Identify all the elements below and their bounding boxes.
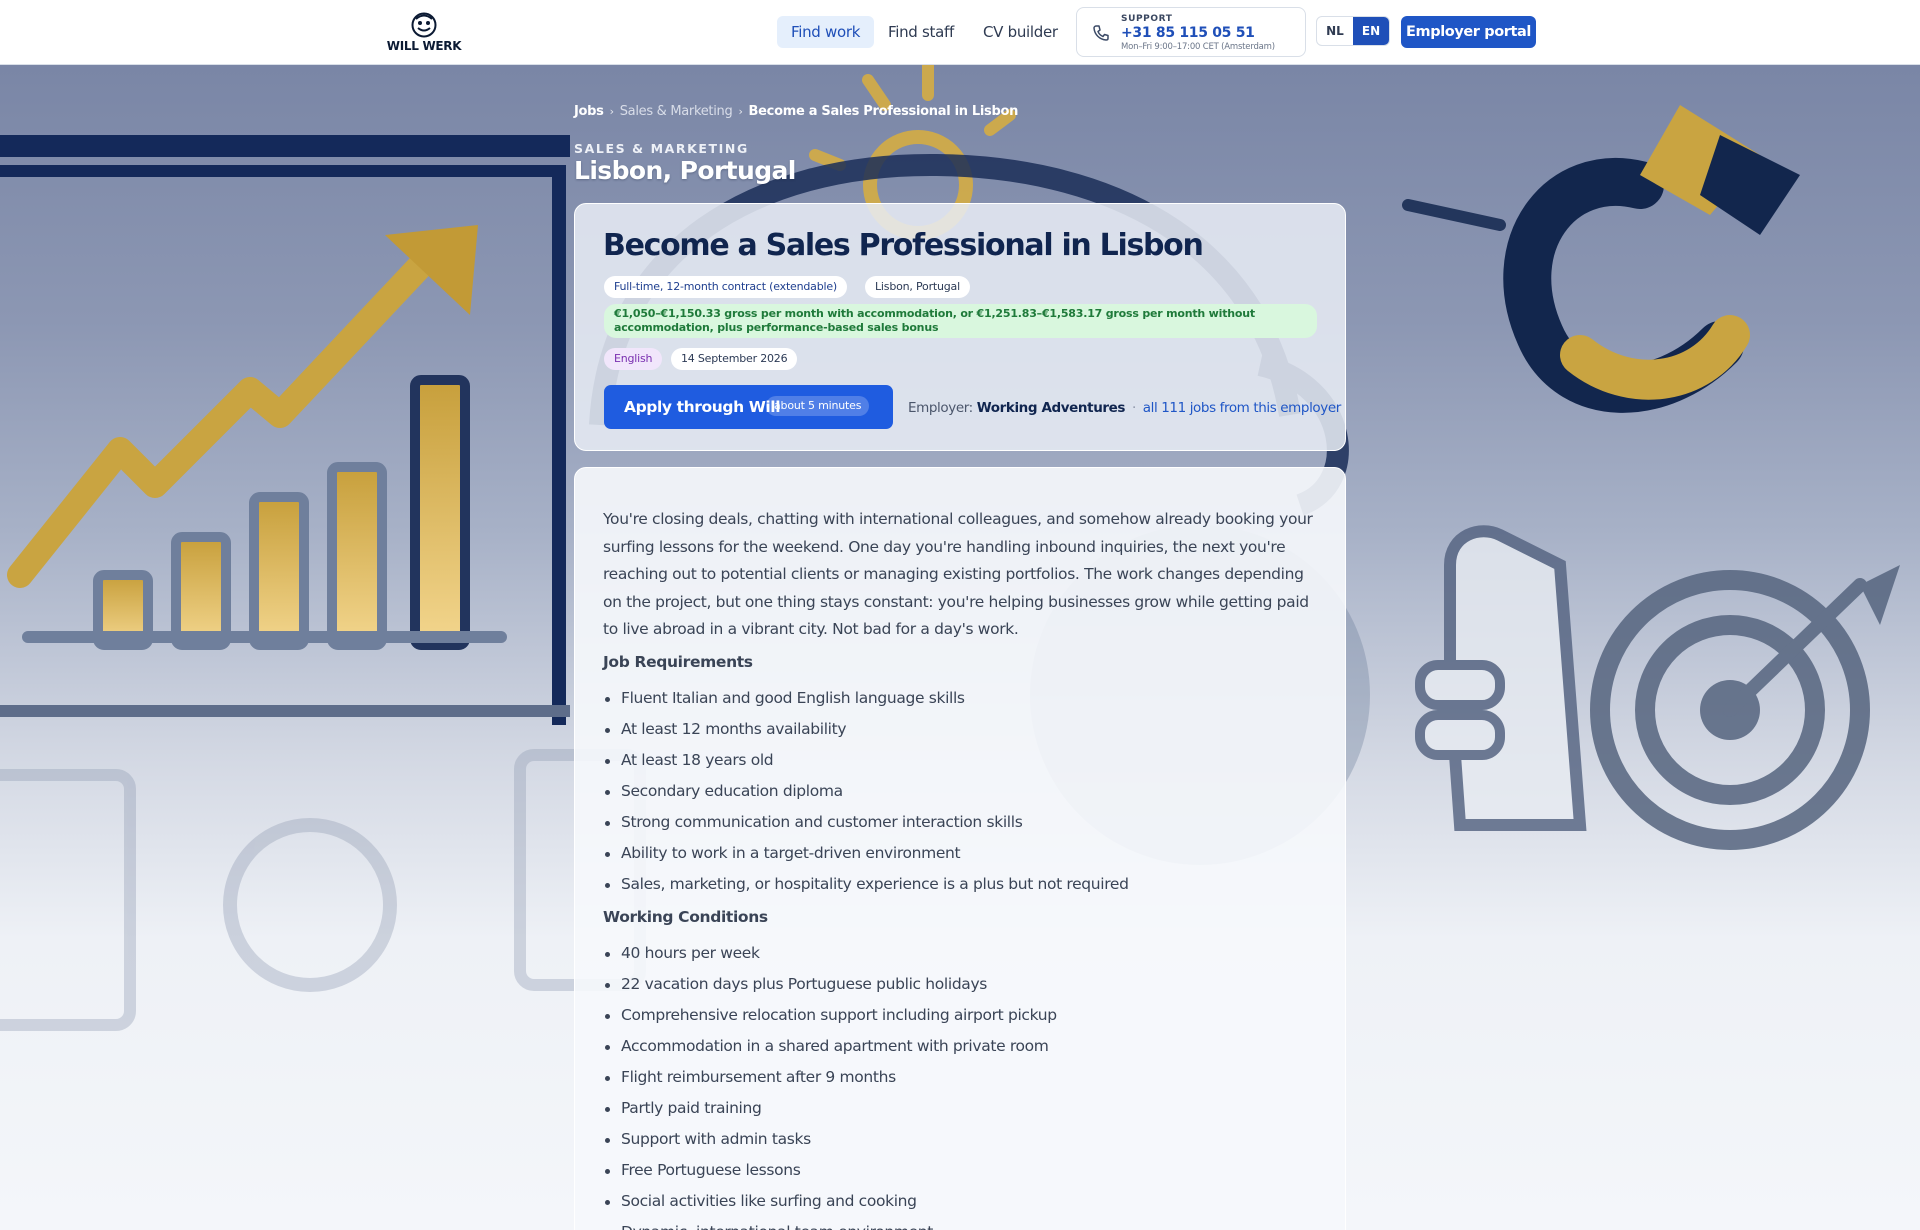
- breadcrumb-current: Become a Sales Professional in Lisbon: [748, 104, 1019, 119]
- list-item: Social activities like surfing and cooki…: [603, 1186, 1323, 1217]
- job-summary-card: Become a Sales Professional in Lisbon Fu…: [574, 203, 1346, 451]
- list-item: Accommodation in a shared apartment with…: [603, 1031, 1323, 1062]
- growth-chart-icon: [7, 225, 507, 650]
- list-item: Ability to work in a target-driven envir…: [603, 838, 1323, 869]
- apply-time-badge: about 5 minutes: [766, 396, 870, 416]
- location-chip: Lisbon, Portugal: [865, 276, 970, 298]
- nav-find-staff[interactable]: Find staff: [874, 16, 968, 48]
- site-header: WILL WERK Find work Find staff CV builde…: [0, 0, 1920, 65]
- support-phone-number[interactable]: +31 85 115 05 51: [1121, 25, 1255, 41]
- language-en[interactable]: EN: [1353, 17, 1389, 45]
- employer-name[interactable]: Working Adventures: [977, 400, 1126, 416]
- breadcrumb-chevron-icon: ›: [738, 105, 743, 118]
- devices-illustration-icon: [0, 749, 646, 1031]
- apply-button-label: Apply through Will: [624, 398, 781, 416]
- list-item: Comprehensive relocation support includi…: [603, 1000, 1323, 1031]
- language-chip: English: [604, 348, 663, 370]
- thumbs-up-icon: [1415, 525, 1587, 831]
- site-logo[interactable]: WILL WERK: [384, 12, 464, 54]
- support-hours: Mon–Fri 9:00–17:00 CET (Amsterdam): [1121, 42, 1275, 52]
- list-item: Strong communication and customer intera…: [603, 807, 1323, 838]
- magnet-icon: [1503, 105, 1800, 413]
- list-item: 40 hours per week: [603, 938, 1323, 969]
- employer-prefix: Employer:: [908, 400, 973, 416]
- date-chip: 14 September 2026: [671, 348, 798, 370]
- employer-portal-button[interactable]: Employer portal: [1401, 16, 1536, 48]
- list-item: Dynamic, international team environment: [603, 1217, 1323, 1230]
- logo-mascot-icon: [411, 12, 437, 38]
- list-item: At least 18 years old: [603, 745, 1323, 776]
- conditions-heading: Working Conditions: [603, 908, 768, 926]
- list-item: Free Portuguese lessons: [603, 1155, 1323, 1186]
- language-nl[interactable]: NL: [1317, 17, 1353, 45]
- list-item: Sales, marketing, or hospitality experie…: [603, 869, 1323, 900]
- employer-separator: ·: [1131, 400, 1136, 416]
- requirements-list: Fluent Italian and good English language…: [603, 683, 1323, 900]
- hero-category: SALES & MARKETING: [574, 141, 749, 156]
- job-intro: You're closing deals, chatting with inte…: [603, 510, 1313, 638]
- job-description-card: You're closing deals, chatting with inte…: [574, 467, 1346, 1230]
- employer-jobs-link[interactable]: all 111 jobs from this employer: [1143, 400, 1342, 416]
- list-item: Support with admin tasks: [603, 1124, 1323, 1155]
- salary-badge: €1,050–€1,150.33 gross per month with ac…: [604, 304, 1317, 338]
- list-item: Secondary education diploma: [603, 776, 1323, 807]
- support-contact[interactable]: SUPPORT +31 85 115 05 51 Mon–Fri 9:00–17…: [1076, 7, 1306, 57]
- requirements-heading: Job Requirements: [603, 653, 753, 671]
- employer-info: Employer: Working Adventures · all 111 j…: [908, 400, 1341, 416]
- hero-location: Lisbon, Portugal: [574, 156, 796, 185]
- breadcrumb-category[interactable]: Sales & Marketing: [620, 104, 733, 119]
- language-switcher: NL EN: [1316, 16, 1390, 46]
- contract-chip: Full-time, 12-month contract (extendable…: [604, 276, 848, 298]
- job-title: Become a Sales Professional in Lisbon: [603, 228, 1204, 263]
- list-item: 22 vacation days plus Portuguese public …: [603, 969, 1323, 1000]
- list-item: Partly paid training: [603, 1093, 1323, 1124]
- apply-button[interactable]: Apply through Will about 5 minutes: [604, 385, 893, 429]
- nav-find-work[interactable]: Find work: [777, 16, 875, 48]
- list-item: Fluent Italian and good English language…: [603, 683, 1323, 714]
- breadcrumb: Jobs › Sales & Marketing › Become a Sales Pr…: [574, 104, 1018, 119]
- logo-text: WILL WERK: [386, 39, 462, 53]
- nav-cv-builder[interactable]: CV builder: [969, 16, 1072, 48]
- phone-icon: [1093, 25, 1109, 41]
- target-icon: [1590, 565, 1900, 850]
- breadcrumb-jobs[interactable]: Jobs: [574, 104, 604, 119]
- conditions-list: 40 hours per week 22 vacation days plus …: [603, 938, 1323, 1230]
- breadcrumb-chevron-icon: ›: [609, 105, 614, 118]
- list-item: At least 12 months availability: [603, 714, 1323, 745]
- support-label: SUPPORT: [1121, 14, 1173, 24]
- list-item: Flight reimbursement after 9 months: [603, 1062, 1323, 1093]
